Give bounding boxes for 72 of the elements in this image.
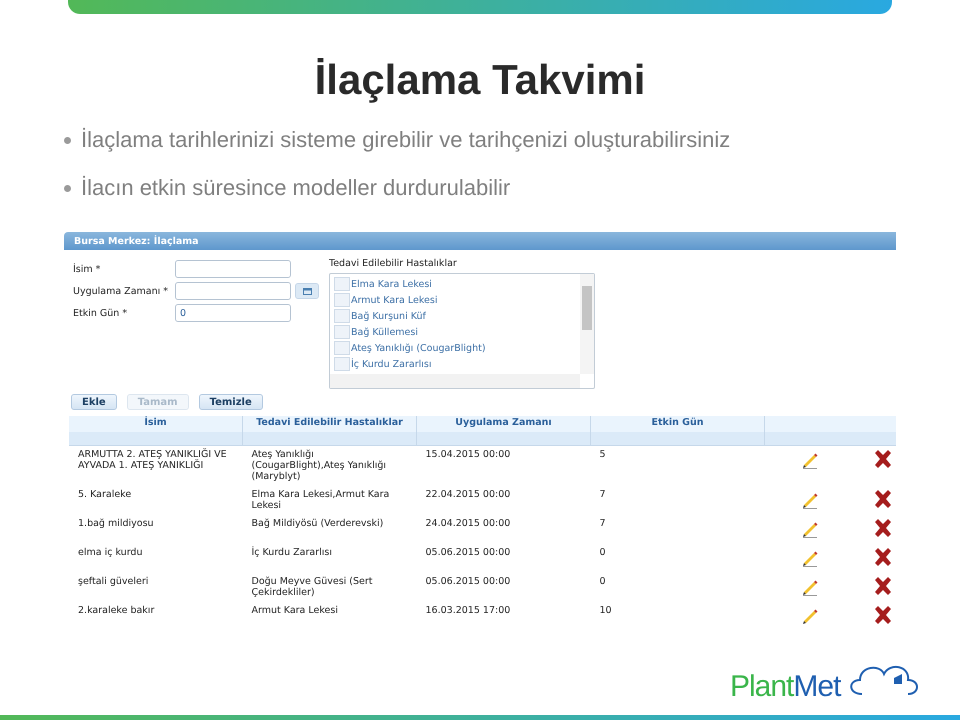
pencil-icon[interactable] <box>800 549 818 567</box>
list-label: Tedavi Edilebilir Hastalıklar <box>329 258 458 271</box>
field-label: Uygulama Zamanı * <box>73 286 170 296</box>
calendar-button[interactable] <box>295 283 319 299</box>
checkbox[interactable] <box>334 341 350 355</box>
bullet-dot-icon <box>64 184 71 192</box>
table-cell: 05.06.2015 00:00 <box>426 547 510 558</box>
panel-title: Bursa Merkez: İlaçlama <box>64 232 896 250</box>
checkbox[interactable] <box>334 309 350 323</box>
bullet-text: İlacın etkin süresince modeller durdurulabilir <box>81 175 510 201</box>
vertical-scrollbar[interactable] <box>580 274 594 374</box>
table-cell: 05.06.2015 00:00 <box>426 576 510 587</box>
table-cell: Elma Kara Lekesi,Armut Kara Lekesi <box>252 489 390 511</box>
input-field[interactable]: 0 <box>175 304 291 322</box>
delete-icon[interactable] <box>872 450 892 468</box>
table-cell: 2.karaleke bakır <box>78 605 154 616</box>
table-cell: 7 <box>600 489 606 500</box>
delete-icon[interactable] <box>872 548 892 566</box>
disease-item[interactable]: İç Kurdu Zararlısı <box>351 358 432 370</box>
table-cell: Armut Kara Lekesi <box>252 605 338 616</box>
checkbox[interactable] <box>334 293 350 307</box>
form-button[interactable]: Ekle <box>71 394 117 410</box>
checkbox[interactable] <box>334 357 350 371</box>
bullet-dot-icon <box>64 136 71 144</box>
table-cell: 15.04.2015 00:00 <box>426 449 510 460</box>
table-cell: 5. Karaleke <box>78 489 132 500</box>
delete-icon[interactable] <box>872 606 892 624</box>
table-cell: 22.04.2015 00:00 <box>426 489 510 500</box>
column-header[interactable]: Etkin Gün <box>590 416 764 446</box>
pencil-icon[interactable] <box>800 607 818 624</box>
pencil-icon[interactable] <box>800 451 818 469</box>
table-cell: İç Kurdu Zararlısı <box>252 547 332 558</box>
bullet-text: İlaçlama tarihlerinizi sisteme girebilir ve tarihçenizi oluşturabilirsiniz <box>81 127 730 153</box>
field-label: Etkin Gün * <box>73 308 128 318</box>
pencil-icon[interactable] <box>800 578 818 596</box>
form-button[interactable]: Temizle <box>198 394 263 410</box>
input-field[interactable] <box>175 260 291 278</box>
table-cell: 1.bağ mildiyosu <box>78 518 154 529</box>
column-header[interactable]: Uygulama Zamanı <box>416 416 590 446</box>
checkbox[interactable] <box>334 325 350 339</box>
pencil-icon[interactable] <box>800 520 818 538</box>
input-field[interactable] <box>175 282 291 300</box>
table-cell: 5 <box>600 449 606 460</box>
table-cell: 16.03.2015 17:00 <box>426 605 510 616</box>
disease-item[interactable]: Ateş Yanıklığı (CougarBlight) <box>351 342 486 354</box>
table-cell: şeftali güveleri <box>78 576 148 587</box>
field-label: İsim * <box>73 264 102 274</box>
calendar-icon <box>302 287 312 295</box>
logo-text: PlantMet <box>730 670 840 704</box>
table-cell: 0 <box>600 576 606 587</box>
checkbox[interactable] <box>334 277 350 291</box>
disease-item[interactable]: Elma Kara Lekesi <box>351 278 432 290</box>
table-cell: elma iç kurdu <box>78 547 142 558</box>
column-header[interactable]: Tedavi Edilebilir Hastalıklar <box>242 416 416 446</box>
table-cell: 7 <box>600 518 606 529</box>
table-cell: 0 <box>600 547 606 558</box>
disease-item[interactable]: Armut Kara Lekesi <box>351 294 438 306</box>
table-cell: Doğu Meyve Güvesi (Sert Çekirdekliler) <box>252 576 373 598</box>
table-cell: ARMUTTA 2. ATEŞ YANIKLIĞI VE AYVADA 1. ATEŞ YANIKLIĞI <box>78 449 227 471</box>
table-cell: 10 <box>600 605 612 616</box>
delete-icon[interactable] <box>872 577 892 595</box>
disease-item[interactable]: Bağ Küllemesi <box>351 326 418 338</box>
pencil-icon[interactable] <box>800 491 818 509</box>
delete-icon[interactable] <box>872 519 892 537</box>
delete-icon[interactable] <box>872 490 892 508</box>
table-cell: Ateş Yanıklığı (CougarBlight),Ateş Yanıklığı (Maryblyt) <box>252 449 386 482</box>
slide-title: İlaçlama Takvimi <box>314 55 646 105</box>
horizontal-scrollbar[interactable] <box>330 374 580 388</box>
disease-item[interactable]: Bağ Kurşuni Küf <box>351 310 426 322</box>
table-cell: Bağ Mildiyösü (Verderevski) <box>252 518 384 529</box>
column-header[interactable]: İsim <box>69 416 242 446</box>
table-cell: 24.04.2015 00:00 <box>426 518 510 529</box>
